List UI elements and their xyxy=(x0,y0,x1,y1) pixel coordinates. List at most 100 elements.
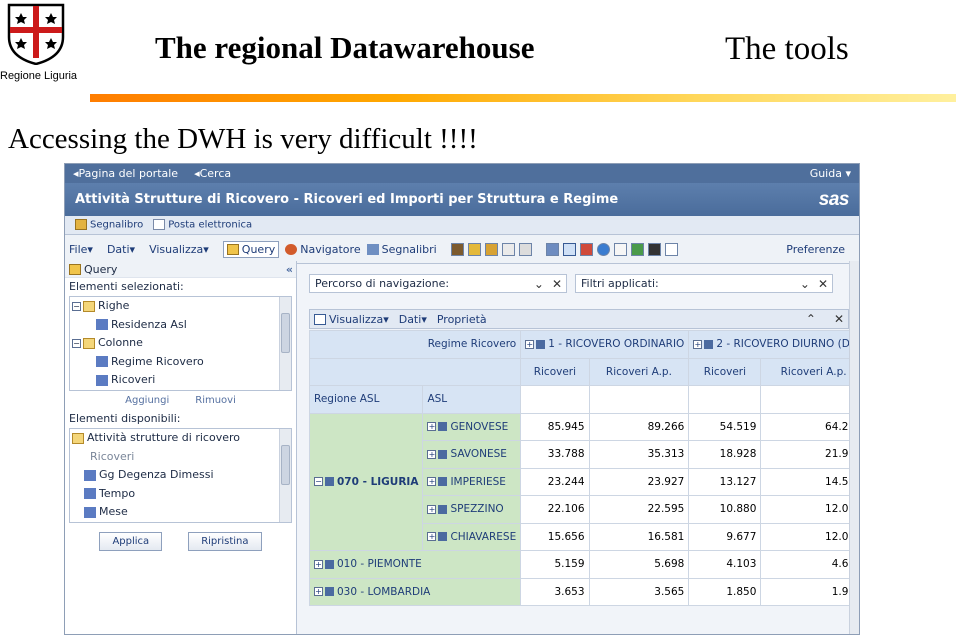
slide-section: The tools xyxy=(725,31,849,67)
measure-header[interactable]: Ricoveri A.p. xyxy=(760,357,859,386)
menu-view[interactable]: Visualizza▾ xyxy=(149,243,209,256)
asl-cell[interactable]: + SAVONESE xyxy=(422,440,522,469)
selected-tree-scrollbar[interactable] xyxy=(279,297,291,390)
available-items-label: Elementi disponibili: xyxy=(69,412,181,425)
available-items-tree: Attività strutture di ricovero Ricoveri … xyxy=(69,428,292,523)
value-cell: 5.698 xyxy=(588,550,690,579)
asl-cell[interactable]: + SPEZZINO xyxy=(422,495,522,524)
column-group-diurno[interactable]: +2 - RICOVERO DIURNO (DH) xyxy=(688,330,860,359)
value-cell: 89.266 xyxy=(588,412,690,441)
value-cell: 85.945 xyxy=(520,412,590,441)
query-panel-header: Query « xyxy=(65,261,296,278)
search-link[interactable]: ◂Cerca xyxy=(194,167,231,180)
grid-data-menu[interactable]: Dati▾ xyxy=(399,313,427,326)
asl-cell[interactable]: + GENOVESE xyxy=(422,412,522,441)
query-icon xyxy=(226,244,239,255)
region-liguria-cell[interactable]: − 070 - LIGURIA xyxy=(308,412,424,551)
print-icon[interactable] xyxy=(518,242,532,256)
navigator-icon xyxy=(285,244,298,255)
tree-item-residenza-asl[interactable]: Residenza Asl xyxy=(70,316,291,335)
column-group-ordinario[interactable]: +1 - RICOVERO ORDINARIO xyxy=(520,330,690,359)
tree-item-columns[interactable]: − Colonne xyxy=(70,334,291,353)
available-tree-scrollbar[interactable] xyxy=(279,429,291,522)
measure-header[interactable]: Ricoveri xyxy=(688,357,762,386)
tree-item-rows-label: Righe xyxy=(98,299,130,312)
link-row: Segnalibro Posta elettronica xyxy=(65,216,859,235)
reset-button[interactable]: Ripristina xyxy=(188,532,262,551)
grid-data-menu-label: Dati xyxy=(398,312,422,326)
row-dimension-asl[interactable]: ASL xyxy=(422,385,522,414)
grid-properties-menu[interactable]: Proprietà xyxy=(437,313,487,326)
add-button[interactable]: Aggiungi xyxy=(125,395,169,406)
collapse-panel-button[interactable]: « xyxy=(286,263,296,276)
measure-header[interactable]: Ricoveri A.p. xyxy=(588,357,690,386)
column-dimension-header[interactable]: Regime Ricovero xyxy=(308,330,522,359)
close-icon[interactable]: ✕ xyxy=(818,277,828,291)
menu-toolbar: File▾ Dati▾ Visualizza▾ Query Navigatore… xyxy=(65,235,859,264)
column-group-ordinario-label: 1 - RICOVERO ORDINARIO xyxy=(548,338,685,351)
value-cell: 1.850 xyxy=(688,577,762,606)
filter-icon[interactable] xyxy=(467,242,481,256)
calculator-icon[interactable] xyxy=(484,242,498,256)
help-menu[interactable]: Guida ▾ xyxy=(810,167,851,180)
drill-icon xyxy=(325,477,334,487)
grid-view-icon[interactable] xyxy=(562,242,576,256)
page-scrollbar[interactable] xyxy=(849,261,859,634)
tree-item-gg-degenza[interactable]: Gg Degenza Dimessi xyxy=(70,466,291,485)
column-group-diurno-label: 2 - RICOVERO DIURNO (DH) xyxy=(716,338,860,351)
region-liguria-label: 070 - LIGURIA xyxy=(337,475,419,488)
bar-chart-icon[interactable] xyxy=(579,242,593,256)
drill-icon xyxy=(325,559,334,569)
pivot-header-row-2: Ricoveri Ricoveri A.p. Ricoveri Ricoveri… xyxy=(308,357,859,386)
close-icon[interactable]: ✕ xyxy=(834,312,844,326)
column-chart-icon[interactable] xyxy=(630,242,644,256)
combo-chart-icon[interactable] xyxy=(647,242,661,256)
tab-bookmarks[interactable]: Segnalibri xyxy=(366,243,437,256)
collapse-icon: − xyxy=(314,477,323,487)
bookmark-link[interactable]: Segnalibro xyxy=(75,219,143,231)
tree-item-ricoveri[interactable]: Ricoveri xyxy=(70,371,291,390)
query-panel: Query « Elementi selezionati: − Righe Res… xyxy=(65,261,297,634)
bookmarks-icon xyxy=(366,244,379,255)
row-dimension-regione-asl[interactable]: Regione ASL xyxy=(308,385,424,414)
apply-button[interactable]: Applica xyxy=(99,532,163,551)
collapse-up-icon[interactable]: ⌃ xyxy=(806,312,816,326)
expand-icon[interactable]: ⌄ xyxy=(800,277,810,291)
menu-data[interactable]: Dati▾ xyxy=(107,243,135,256)
export-icon[interactable] xyxy=(501,242,515,256)
tree-item-regime-ricovero[interactable]: Regime Ricovero xyxy=(70,353,291,372)
menu-file[interactable]: File▾ xyxy=(69,243,93,256)
email-link[interactable]: Posta elettronica xyxy=(153,219,252,231)
add-remove-row: Aggiungi Rimuovi xyxy=(65,395,296,406)
tree-item-mese[interactable]: Mese xyxy=(70,503,291,522)
value-cell: 12.096 xyxy=(760,522,859,551)
remove-button[interactable]: Rimuovi xyxy=(195,395,236,406)
pie-chart-icon[interactable] xyxy=(596,242,610,256)
expand-icon: + xyxy=(314,587,323,597)
line-chart-icon[interactable] xyxy=(664,242,678,256)
portal-page-link[interactable]: ◂Pagina del portale xyxy=(73,167,178,180)
tree-item-tempo[interactable]: Tempo xyxy=(70,485,291,504)
value-cell: 9.677 xyxy=(688,522,762,551)
preferences-link[interactable]: Preferenze xyxy=(786,243,845,256)
scatter-icon[interactable] xyxy=(613,242,627,256)
binoculars-icon[interactable] xyxy=(450,242,464,256)
expand-icon[interactable]: ⌄ xyxy=(534,277,544,291)
tree-item-ricoveri-available[interactable]: Ricoveri xyxy=(70,448,291,467)
grid-view-menu[interactable]: Visualizza▾ xyxy=(314,313,389,326)
asl-cell[interactable]: + IMPERIESE xyxy=(422,467,522,496)
measure-header[interactable]: Ricoveri xyxy=(520,357,590,386)
tree-item-activity[interactable]: Attività strutture di ricovero xyxy=(70,429,291,448)
table-view-icon[interactable] xyxy=(545,242,559,256)
tab-navigator[interactable]: Navigatore xyxy=(285,243,361,256)
close-icon[interactable]: ✕ xyxy=(552,277,562,291)
value-cell: 4.103 xyxy=(688,550,762,579)
menu-view-label: Visualizza xyxy=(149,242,204,256)
tree-item-rows[interactable]: − Righe xyxy=(70,297,291,316)
drill-icon xyxy=(438,504,448,514)
region-cell[interactable]: +030 - LOMBARDIA xyxy=(308,577,522,606)
asl-cell[interactable]: + CHIAVARESE xyxy=(422,522,522,551)
region-cell[interactable]: +010 - PIEMONTE xyxy=(308,550,522,579)
tab-query[interactable]: Query xyxy=(222,240,280,258)
search-label: Cerca xyxy=(199,167,232,180)
